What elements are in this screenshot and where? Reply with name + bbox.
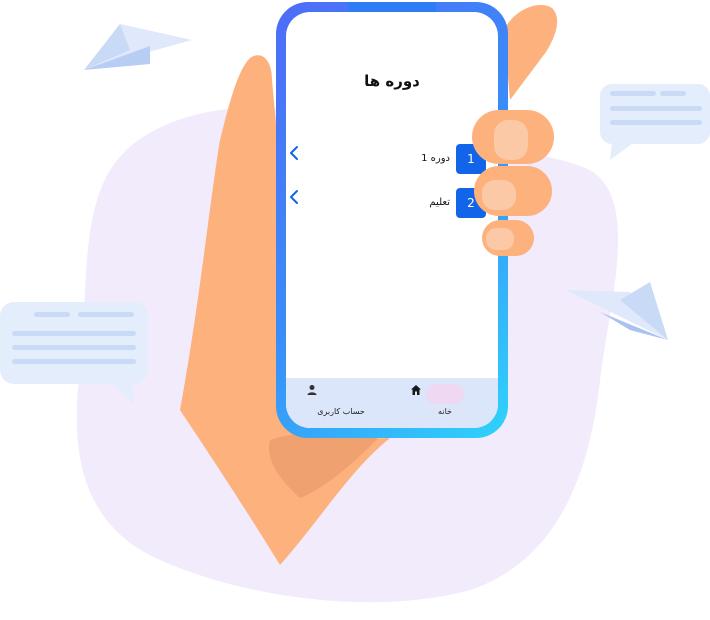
paper-plane-top-left xyxy=(84,24,192,70)
list-item-course-1[interactable]: 1 دوره 1 xyxy=(286,144,498,174)
phone-screen: دوره ها 1 دوره 1 2 تعلیم خانه حساب کاربر… xyxy=(286,12,498,428)
chat-bubble-left xyxy=(0,302,148,404)
nav-item-account[interactable]: حساب کاربری xyxy=(306,384,376,416)
phone: دوره ها 1 دوره 1 2 تعلیم خانه حساب کاربر… xyxy=(276,2,508,438)
page-title: دوره ها xyxy=(364,72,420,90)
home-icon xyxy=(411,385,421,395)
nav-account-label: حساب کاربری xyxy=(317,407,365,416)
list-item-course-2[interactable]: 2 تعلیم xyxy=(286,188,498,218)
bottom-nav: خانه حساب کاربری xyxy=(286,378,498,428)
nav-home-label: خانه xyxy=(438,407,452,416)
list-item-number: 2 xyxy=(456,188,486,218)
list-item-label: تعلیم xyxy=(429,197,450,208)
chevron-left-icon[interactable] xyxy=(286,188,304,206)
user-icon xyxy=(307,385,317,395)
nav-item-home[interactable]: خانه xyxy=(410,384,480,416)
chevron-left-icon[interactable] xyxy=(286,144,304,162)
list-item-label: دوره 1 xyxy=(421,153,450,164)
list-item-number: 1 xyxy=(456,144,486,174)
nav-account-pill xyxy=(307,384,360,404)
chat-bubble-right xyxy=(600,84,710,160)
nav-home-pill xyxy=(411,384,464,404)
illustration: دوره ها 1 دوره 1 2 تعلیم خانه حساب کاربر… xyxy=(0,0,710,620)
